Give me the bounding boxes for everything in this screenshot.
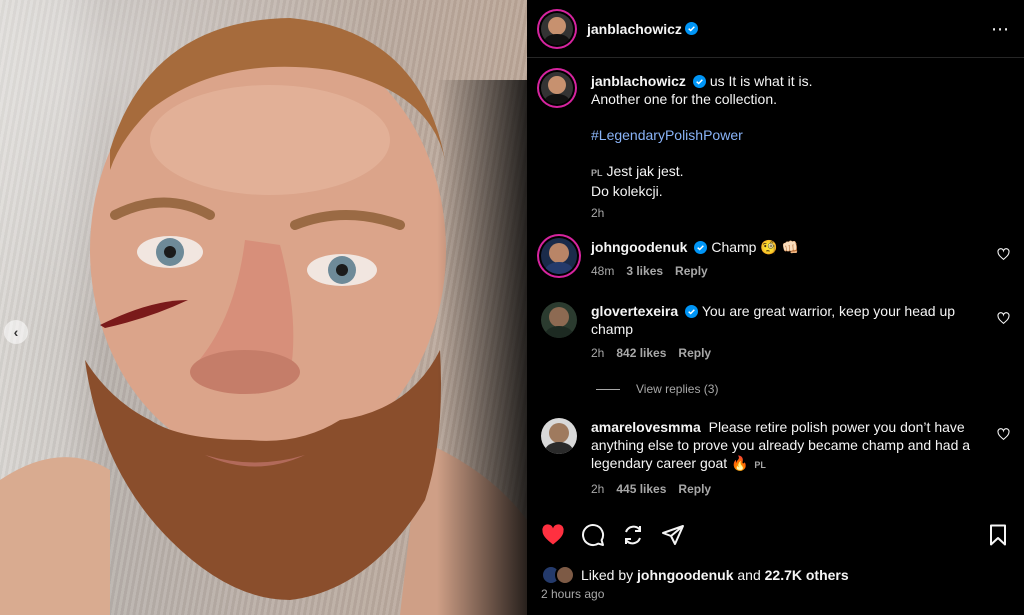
liker-avatar	[555, 565, 575, 585]
view-replies-label: View replies (3)	[636, 382, 719, 396]
comment: amarelovesmma Please retire polish power…	[541, 418, 1010, 496]
caption-time: 2h	[591, 206, 605, 220]
caption: janblachowicz us It is what it is. Anoth…	[541, 72, 1010, 220]
comment-time: 2h	[591, 482, 605, 496]
comment-likes[interactable]: 842 likes	[616, 346, 666, 360]
post-side-panel: janblachowicz ⋯ janblachowicz us It is w…	[527, 0, 1024, 615]
comment: glovertexeira You are great warrior, kee…	[541, 302, 1010, 360]
post-header: janblachowicz ⋯	[527, 0, 1024, 58]
comment-icon[interactable]	[581, 523, 605, 547]
share-icon[interactable]	[661, 523, 685, 547]
comment-likes[interactable]: 445 likes	[616, 482, 666, 496]
translation-line2: Do kolekcji.	[591, 183, 663, 199]
author-username[interactable]: janblachowicz	[587, 21, 682, 37]
post-actions	[541, 520, 1010, 550]
post-timestamp: 2 hours ago	[541, 587, 605, 601]
replies-divider	[596, 388, 620, 390]
comment-time: 48m	[591, 264, 615, 278]
repost-icon[interactable]	[621, 523, 645, 547]
heart-icon[interactable]	[997, 248, 1010, 261]
heart-icon[interactable]	[997, 312, 1010, 325]
commenter-username[interactable]: amarelovesmma	[591, 419, 701, 435]
translation-language-tag: PL	[754, 460, 766, 470]
comment-likes[interactable]: 3 likes	[626, 264, 663, 278]
liked-by-prefix: Liked by	[581, 567, 634, 583]
caption-avatar[interactable]	[541, 72, 573, 104]
heart-icon[interactable]	[541, 523, 565, 547]
translation-line1: Jest jak jest.	[606, 163, 684, 179]
verified-badge-icon	[685, 305, 699, 318]
comment: johngoodenuk Champ 🧐 👊🏻 48m 3 likes Repl…	[541, 238, 1010, 278]
reply-button[interactable]: Reply	[675, 264, 708, 278]
photo-shadow	[437, 80, 527, 615]
comment-text: Champ 🧐 👊🏻	[711, 239, 800, 255]
commenter-avatar[interactable]	[541, 418, 577, 454]
comment-time: 2h	[591, 346, 605, 360]
verified-badge-icon	[692, 75, 706, 88]
hashtag-link[interactable]: #LegendaryPolishPower	[591, 127, 743, 143]
commenter-avatar[interactable]	[541, 238, 577, 274]
bookmark-icon[interactable]	[986, 523, 1010, 547]
likes-summary[interactable]: Liked by johngoodenuk and 22.7K others	[541, 565, 849, 585]
post-photo: ‹	[0, 0, 527, 615]
caption-text: us It is what it is.	[709, 73, 813, 89]
verified-badge-icon	[684, 22, 698, 35]
commenter-username[interactable]: glovertexeira	[591, 303, 678, 319]
chevron-left-icon: ‹	[13, 324, 19, 340]
verified-badge-icon	[694, 241, 708, 254]
comments-scroll-area[interactable]: janblachowicz us It is what it is. Anoth…	[527, 59, 1024, 509]
view-replies-button[interactable]: View replies (3)	[596, 382, 1010, 396]
heart-icon[interactable]	[997, 428, 1010, 441]
caption-text-line2: Another one for the collection.	[591, 91, 778, 107]
commenter-avatar[interactable]	[541, 302, 577, 338]
liked-by-user[interactable]: johngoodenuk	[637, 567, 733, 583]
more-options-icon[interactable]: ⋯	[991, 20, 1010, 38]
commenter-username[interactable]: johngoodenuk	[591, 239, 687, 255]
liked-by-count[interactable]: 22.7K others	[765, 567, 849, 583]
liked-by-and: and	[737, 567, 761, 583]
author-avatar[interactable]	[541, 12, 573, 45]
previous-photo-button[interactable]: ‹	[4, 320, 28, 344]
translation-language-tag: PL	[591, 168, 603, 178]
caption-username[interactable]: janblachowicz	[591, 73, 686, 89]
reply-button[interactable]: Reply	[678, 482, 711, 496]
reply-button[interactable]: Reply	[678, 346, 711, 360]
